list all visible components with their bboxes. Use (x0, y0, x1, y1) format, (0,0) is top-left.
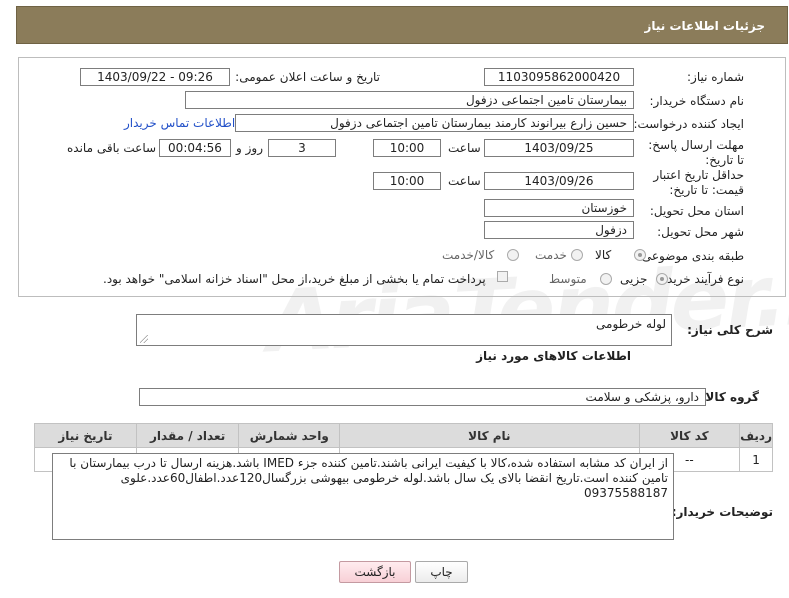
category-service-radio[interactable] (571, 249, 583, 261)
price-validity-time-field: 10:00 (373, 172, 441, 190)
buyer-notes-label: توضیحات خریدار: (671, 505, 773, 519)
buyer-notes-field[interactable]: از ایران کد مشابه استفاده شده،کالا با کی… (52, 453, 674, 540)
remaining-time-field: 00:04:56 (159, 139, 231, 157)
goods-group-label: گروه کالا: (700, 390, 759, 404)
province-field: خوزستان (484, 199, 634, 217)
goods-section-title: اطلاعات کالاهای مورد نیاز (476, 349, 631, 363)
announce-date-label: تاریخ و ساعت اعلان عمومی: (235, 70, 380, 84)
page-header: جزئیات اطلاعات نیاز (16, 6, 788, 44)
col-code-header: کد کالا (638, 423, 741, 448)
process-medium-radio[interactable] (600, 273, 612, 285)
category-label: طبقه بندی موضوعی: (637, 249, 744, 263)
process-minor-label: جزیی (620, 272, 648, 286)
category-goods-service-radio[interactable] (507, 249, 519, 261)
buyer-notes-text: از ایران کد مشابه استفاده شده،کالا با کی… (69, 456, 668, 500)
price-validity-label: حداقل تاریخ اعتبار قیمت: تا تاریخ: (653, 168, 744, 197)
remaining-time-label: ساعت باقی مانده (67, 141, 157, 155)
buyer-contact-link[interactable]: اطلاعات تماس خریدار (124, 116, 235, 130)
col-row-header: ردیف (739, 423, 773, 448)
city-label: شهر محل تحویل: (657, 225, 744, 239)
process-medium-label: متوسط (549, 272, 587, 286)
print-button[interactable]: چاپ (415, 561, 468, 583)
cell-row: 1 (739, 447, 773, 472)
days-remaining-field: 3 (268, 139, 336, 157)
treasury-payment-note: پرداخت تمام یا بخشی از مبلغ خرید،از محل … (103, 272, 486, 286)
treasury-payment-checkbox[interactable] (497, 271, 508, 282)
buyer-org-label: نام دستگاه خریدار: (649, 94, 745, 108)
goods-group-field: دارو، پزشکی و سلامت (139, 388, 706, 406)
page-title: جزئیات اطلاعات نیاز (644, 19, 765, 33)
category-goods-service-label: کالا/خدمت (442, 248, 495, 262)
process-minor-radio[interactable] (656, 273, 668, 285)
col-name-header: نام کالا (339, 423, 640, 448)
need-number-label: شماره نیاز: (687, 70, 744, 84)
col-date-header: تاریخ نیاز (34, 423, 137, 448)
table-header-row: ردیف کد کالا نام کالا واحد شمارش تعداد /… (34, 423, 773, 448)
col-qty-header: تعداد / مقدار (135, 423, 240, 448)
category-service-label: خدمت (535, 248, 567, 262)
day-and-label: روز و (236, 141, 263, 155)
deadline-time-label: ساعت (448, 141, 481, 155)
category-goods-label: کالا (595, 248, 612, 262)
price-validity-date-field: 1403/09/26 (484, 172, 634, 190)
need-description-label: شرح کلی نیاز: (687, 323, 773, 337)
process-label: نوع فرآیند خرید : (659, 272, 744, 286)
back-button[interactable]: بازگشت (339, 561, 411, 583)
need-description-field[interactable]: لوله خرطومی (136, 314, 672, 346)
creator-field: حسین زارع بیرانوند کارمند بیمارستان تامی… (235, 114, 634, 132)
creator-label: ایجاد کننده درخواست: (633, 117, 744, 131)
need-description-text: لوله خرطومی (596, 317, 666, 331)
city-field: دزفول (484, 221, 634, 239)
category-goods-radio[interactable] (634, 249, 646, 261)
col-unit-header: واحد شمارش (238, 423, 341, 448)
announce-date-field: 1403/09/22 - 09:26 (80, 68, 230, 86)
need-number-field: 1103095862000420 (484, 68, 634, 86)
deadline-label: مهلت ارسال پاسخ: تا تاریخ: (648, 138, 744, 167)
buyer-org-field: بیمارستان تامین اجتماعی دزفول (185, 91, 634, 109)
price-validity-time-label: ساعت (448, 174, 481, 188)
province-label: استان محل تحویل: (649, 204, 744, 218)
deadline-time-field: 10:00 (373, 139, 441, 157)
deadline-date-field: 1403/09/25 (484, 139, 634, 157)
resize-grip-icon[interactable] (140, 335, 148, 343)
